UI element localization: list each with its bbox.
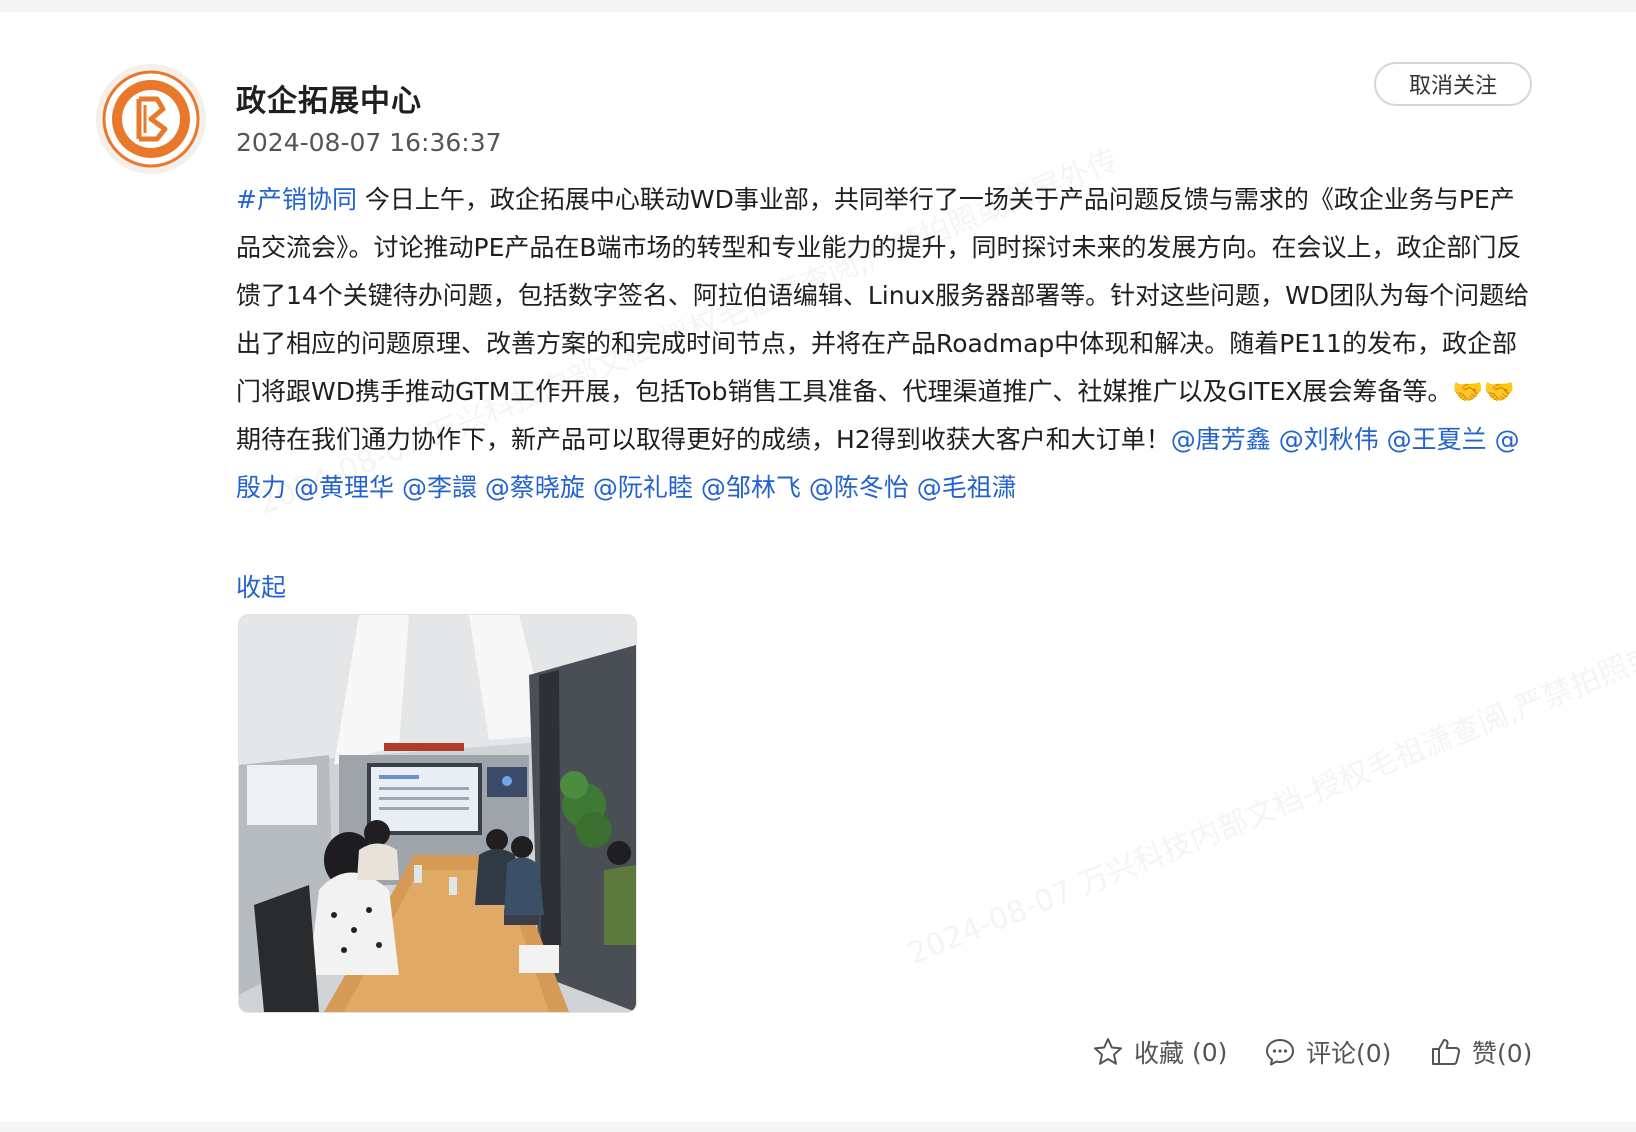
organization-logo-icon xyxy=(102,70,200,168)
post-actions: 收藏 (0) 评论(0) 赞(0) xyxy=(0,1034,1636,1084)
mention-link[interactable]: @蔡晓旋 xyxy=(485,473,585,502)
post-content: 今日上午，政企拓展中心联动WD事业部，共同举行了一场关于产品问题反馈与需求的《政… xyxy=(236,185,1530,454)
watermark: 2024-08-07 万兴科技内部文档-授权毛祖潇查阅,严禁拍照或截屏外传 xyxy=(900,586,1636,973)
author-name[interactable]: 政企拓展中心 xyxy=(236,76,422,120)
star-icon xyxy=(1094,1038,1122,1065)
post-body: #产销协同 今日上午，政企拓展中心联动WD事业部，共同举行了一场关于产品问题反馈… xyxy=(236,176,1538,512)
favorite-label: 收藏 xyxy=(1134,1039,1185,1068)
hashtag-link[interactable]: #产销协同 xyxy=(236,185,357,214)
like-button[interactable]: 赞(0) xyxy=(1430,1034,1532,1070)
mention-link[interactable]: @毛祖潇 xyxy=(917,473,1017,502)
avatar[interactable] xyxy=(96,64,206,174)
comment-label: 评论(0) xyxy=(1306,1039,1392,1068)
post-timestamp: 2024-08-07 16:36:37 xyxy=(236,128,502,157)
favorite-count: (0) xyxy=(1192,1037,1228,1067)
mention-link[interactable]: @阮礼睦 xyxy=(593,473,693,502)
collapse-link[interactable]: 收起 xyxy=(236,568,286,604)
thumbs-up-icon xyxy=(1432,1039,1461,1065)
mention-link[interactable]: @黄理华 xyxy=(294,473,394,502)
favorite-button[interactable]: 收藏 (0) xyxy=(1092,1034,1227,1070)
post-card: 2024-08-07 万兴科技内部文档-授权毛祖潇查阅,严禁拍照或截屏外传 20… xyxy=(0,12,1636,1122)
mention-link[interactable]: @刘秋伟 xyxy=(1279,425,1379,454)
post-photo[interactable] xyxy=(238,614,637,1013)
mention-link[interactable]: @邹林飞 xyxy=(701,473,801,502)
mention-link[interactable]: @唐芳鑫 xyxy=(1171,425,1271,454)
meeting-room-photo xyxy=(239,615,636,1012)
mention-link[interactable]: @王夏兰 xyxy=(1387,425,1487,454)
like-label: 赞(0) xyxy=(1472,1039,1533,1068)
unfollow-button[interactable]: 取消关注 xyxy=(1374,62,1532,106)
mention-link[interactable]: @陈冬怡 xyxy=(809,473,909,502)
mention-link[interactable]: @李譞 xyxy=(402,473,477,502)
comment-button[interactable]: 评论(0) xyxy=(1264,1034,1391,1070)
comment-icon xyxy=(1266,1039,1294,1066)
